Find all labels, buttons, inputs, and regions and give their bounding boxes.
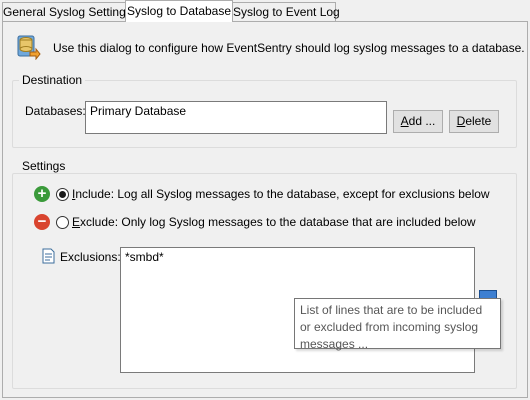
exclusions-label: Exclusions: [60,250,121,264]
delete-button-mnemonic: D [456,114,466,128]
tab-syslog-to-event-log[interactable]: Syslog to Event Log [232,2,340,21]
exclude-text: xclude: Only log Syslog messages to the … [80,215,476,229]
exclude-mnemonic: E [72,215,81,229]
databases-list[interactable]: Primary Database [85,101,387,134]
add-button-label: dd ... [408,114,436,128]
tab-strip: General Syslog Settings Syslog to Databa… [0,0,530,22]
delete-button[interactable]: Delete [449,110,499,133]
plus-circle-icon: + [34,186,50,202]
delete-button-label: elete [465,114,492,128]
document-list-icon [41,248,57,264]
exclude-radio[interactable] [56,216,69,229]
intro-text: Use this dialog to configure how EventSe… [53,41,525,55]
syslog-database-icon [15,32,41,61]
include-label[interactable]: Include: Log all Syslog messages to the … [72,187,490,201]
exclude-label[interactable]: Exclude: Only log Syslog messages to the… [72,215,476,229]
include-text: nclude: Log all Syslog messages to the d… [75,187,490,201]
add-button[interactable]: Add ... [393,110,443,133]
minus-circle-icon: − [34,214,50,230]
include-radio[interactable] [56,188,69,201]
tab-general-syslog-settings[interactable]: General Syslog Settings [2,2,132,21]
databases-label: Databases: [25,104,86,118]
tab-panel: Use this dialog to configure how EventSe… [2,21,528,398]
settings-legend: Settings [19,159,69,173]
exclusions-tooltip: List of lines that are to be included or… [294,298,501,351]
tab-syslog-to-database[interactable]: Syslog to Database [125,0,233,22]
destination-legend: Destination [19,73,86,87]
add-button-mnemonic: A [400,114,409,128]
